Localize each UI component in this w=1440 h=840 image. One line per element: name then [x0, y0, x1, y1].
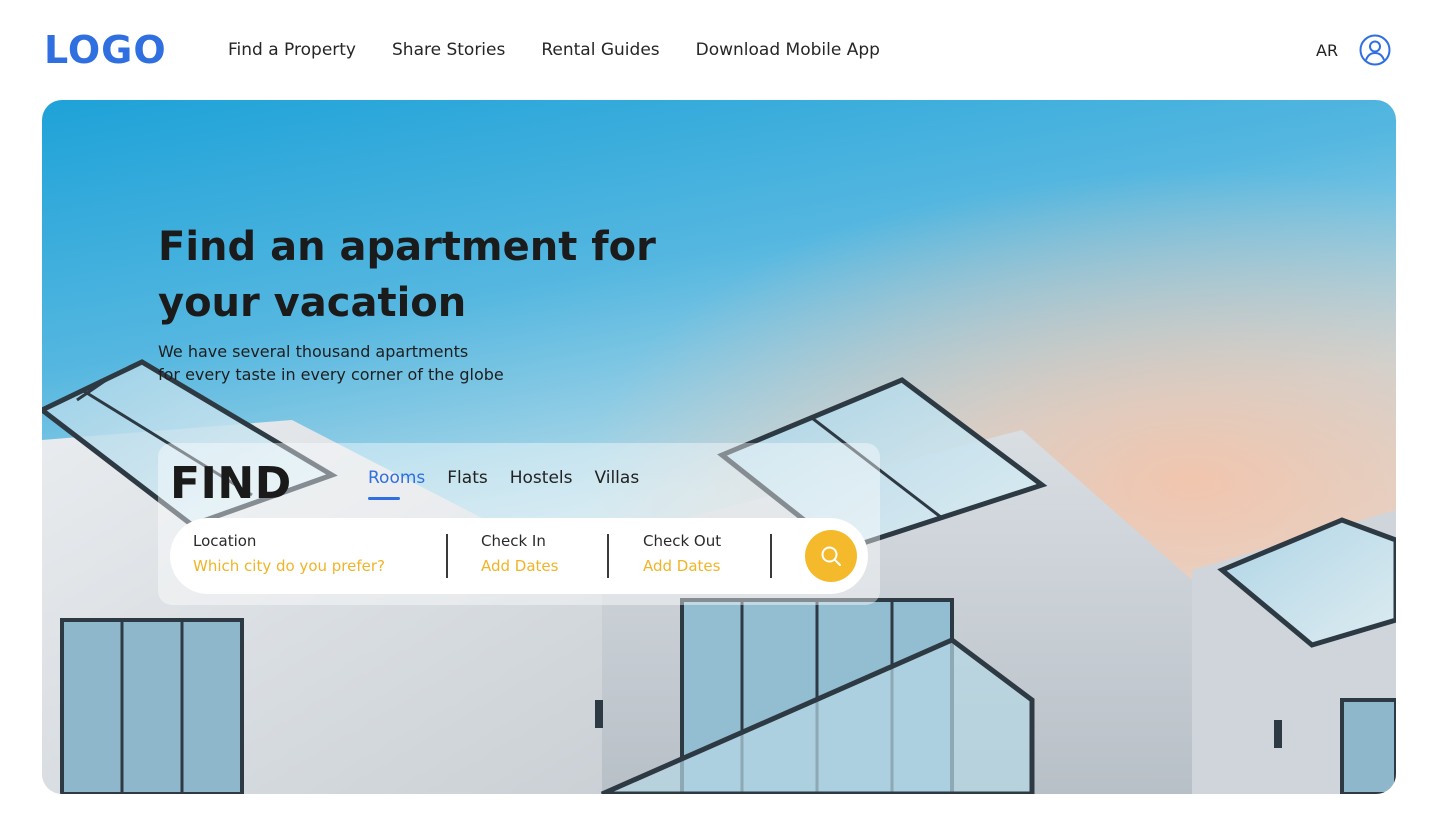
- tab-hostels[interactable]: Hostels: [510, 466, 573, 490]
- nav-find-property[interactable]: Find a Property: [228, 38, 356, 62]
- check-in-placeholder[interactable]: Add Dates: [481, 555, 558, 577]
- tab-flats[interactable]: Flats: [447, 466, 487, 490]
- find-title: FIND: [170, 458, 292, 509]
- nav-download-app[interactable]: Download Mobile App: [696, 38, 880, 62]
- location-placeholder[interactable]: Which city do you prefer?: [193, 555, 385, 577]
- location-label: Location: [193, 532, 257, 550]
- search-icon: [821, 546, 841, 566]
- main-nav: Find a Property Share Stories Rental Gui…: [228, 38, 880, 62]
- site-header: LOGO Find a Property Share Stories Renta…: [0, 0, 1440, 100]
- location-field[interactable]: Location Which city do you prefer?: [193, 530, 385, 577]
- language-switch[interactable]: AR: [1316, 40, 1338, 62]
- search-bar: Location Which city do you prefer? Check…: [170, 518, 868, 594]
- property-type-tabs: Rooms Flats Hostels Villas: [368, 466, 639, 500]
- check-out-field[interactable]: Check Out Add Dates: [643, 530, 721, 577]
- check-out-placeholder[interactable]: Add Dates: [643, 555, 721, 577]
- nav-share-stories[interactable]: Share Stories: [392, 38, 505, 62]
- hero-headline: Find an apartment for your vacation: [158, 224, 656, 326]
- hero-subtext: We have several thousand apartments for …: [158, 340, 618, 386]
- hero-subtext-line-2: for every taste in every corner of the g…: [158, 365, 504, 384]
- field-divider: [770, 534, 772, 578]
- nav-rental-guides[interactable]: Rental Guides: [541, 38, 659, 62]
- hero-subtext-line-1: We have several thousand apartments: [158, 342, 469, 361]
- user-circle-icon[interactable]: [1359, 34, 1391, 66]
- field-divider: [607, 534, 609, 578]
- logo[interactable]: LOGO: [44, 28, 167, 72]
- tab-villas[interactable]: Villas: [594, 466, 639, 490]
- check-in-field[interactable]: Check In Add Dates: [481, 530, 558, 577]
- check-in-label: Check In: [481, 532, 546, 550]
- check-out-label: Check Out: [643, 532, 722, 550]
- tab-rooms[interactable]: Rooms: [368, 466, 425, 500]
- field-divider: [446, 534, 448, 578]
- search-button[interactable]: [805, 530, 857, 582]
